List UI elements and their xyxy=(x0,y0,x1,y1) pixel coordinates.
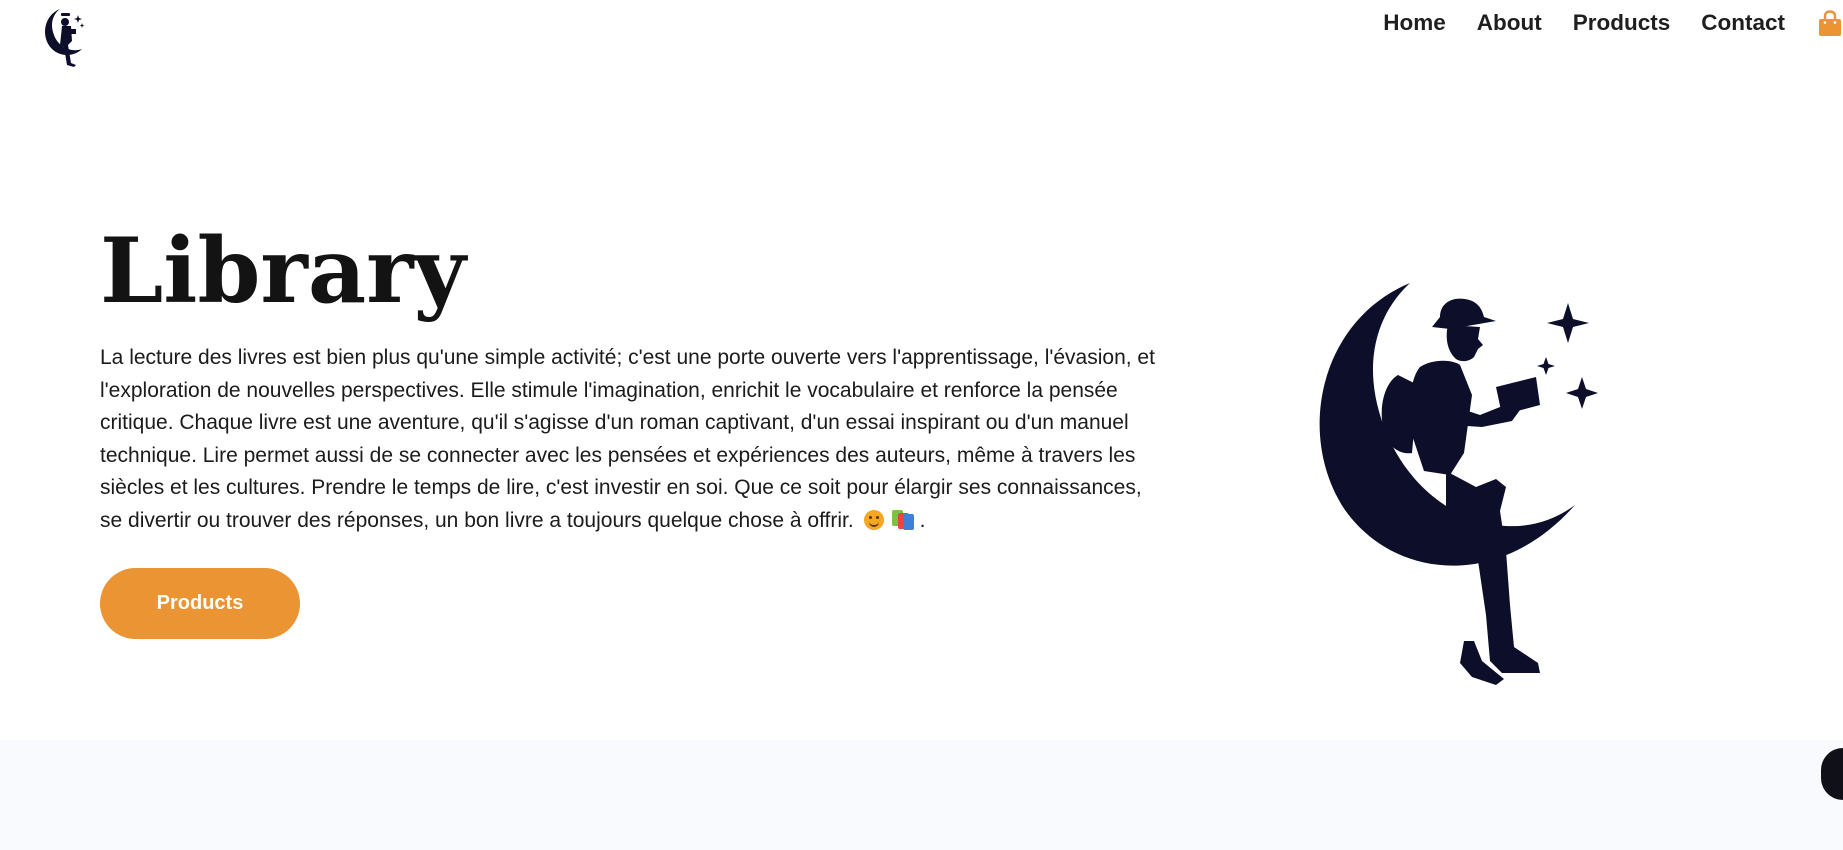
hero-paragraph-text: La lecture des livres est bien plus qu'u… xyxy=(100,346,1155,532)
books-emoji xyxy=(891,509,914,530)
hero-paragraph-end: . xyxy=(919,508,926,532)
hero-title: Library xyxy=(100,218,466,324)
next-section xyxy=(0,740,1843,850)
hero-section: Library La lecture des livres est bien p… xyxy=(0,0,1843,740)
products-button[interactable]: Products xyxy=(100,568,300,639)
smiling-face-emoji xyxy=(863,509,884,530)
hero-paragraph: La lecture des livres est bien plus qu'u… xyxy=(100,342,1160,537)
boy-reading-on-crescent-moon-illustration xyxy=(1319,283,1598,685)
